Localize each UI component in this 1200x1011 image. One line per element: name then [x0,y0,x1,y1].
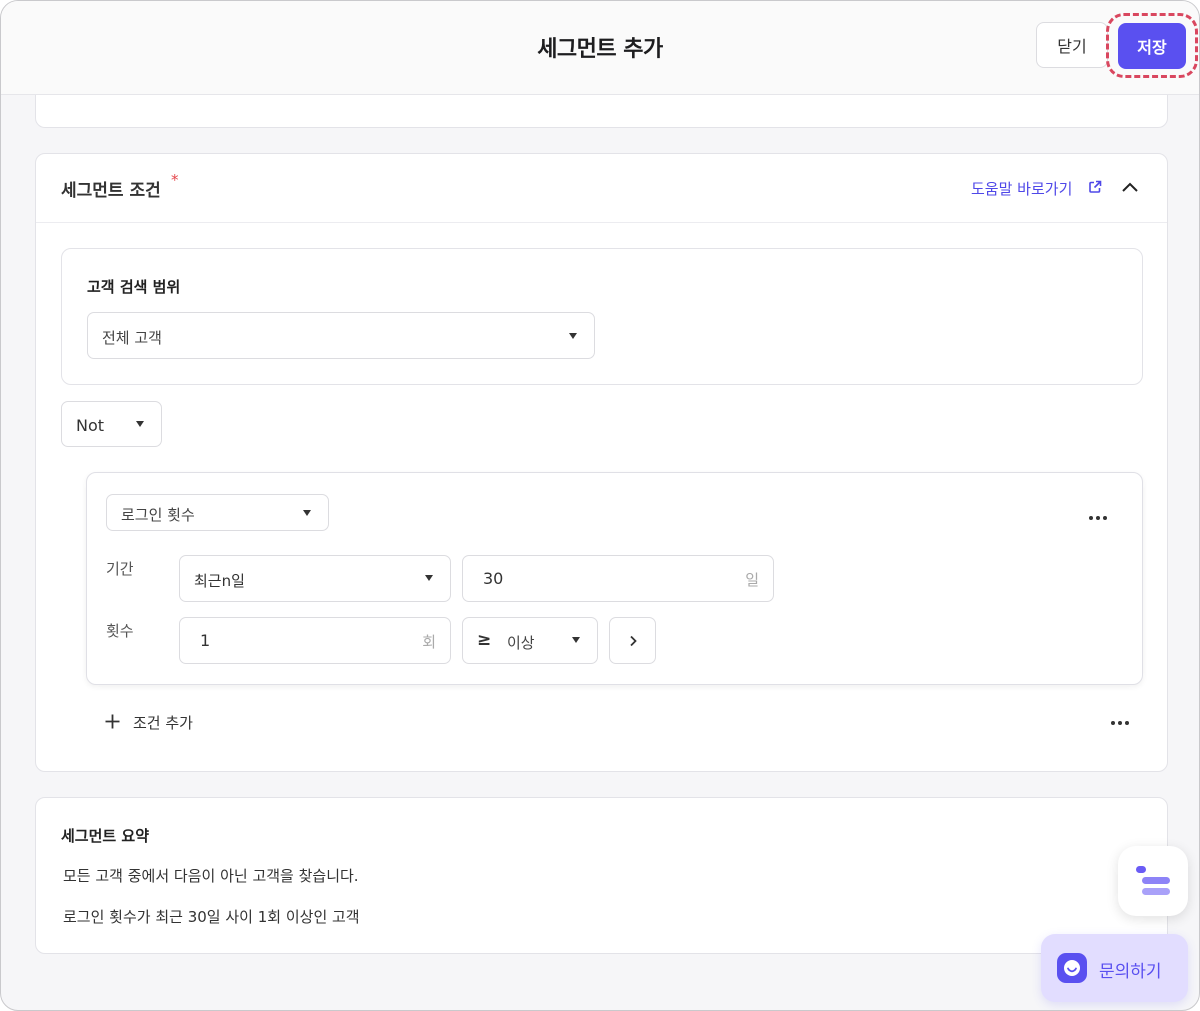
scope-select[interactable]: 전체 고객 [87,312,595,359]
period-type-value: 최근n일 [194,572,245,590]
count-label: 횟수 [106,622,134,640]
comparison-operator-value: 이상 [507,634,535,652]
period-days-input[interactable]: 30 일 [462,555,774,602]
required-mark: * [171,171,179,189]
condition-rule-box: 로그인 횟수 기간 최근n일 30 일 횟수 1 회 ≥ 이상 [86,472,1143,685]
close-button[interactable]: 닫기 [1036,22,1108,68]
greater-equal-icon: ≥ [477,630,492,650]
chevron-up-icon[interactable] [1121,180,1139,194]
comparison-operator-select[interactable]: ≥ 이상 [462,617,598,664]
modal-header: 세그먼트 추가 닫기 저장 [1,1,1199,95]
period-type-select[interactable]: 최근n일 [179,555,451,602]
page-title: 세그먼트 추가 [537,37,663,62]
logic-operator-select[interactable]: Not [61,401,162,447]
summary-title: 세그먼트 요약 [61,827,150,845]
caret-down-icon [425,575,433,581]
modal-frame: 세그먼트 추가 닫기 저장 세그먼트 조건 * 도움말 바로가기 고객 검색 범… [0,0,1200,1011]
customer-scope-box: 고객 검색 범위 전체 고객 [61,248,1143,385]
caret-down-icon [569,333,577,339]
period-label: 기간 [106,560,134,578]
count-unit: 회 [422,633,436,651]
chat-icon [1057,953,1087,983]
plus-icon [105,714,120,729]
condition-title: 세그먼트 조건 [61,181,161,201]
add-condition-label: 조건 추가 [133,714,193,732]
scope-select-value: 전체 고객 [102,329,162,347]
scope-label: 고객 검색 범위 [87,278,181,296]
segment-summary-card: 세그먼트 요약 모든 고객 중에서 다음이 아닌 고객을 찾습니다. 로그인 횟… [35,797,1168,954]
more-options-icon[interactable] [1088,515,1108,521]
period-days-unit: 일 [745,571,759,589]
help-link[interactable]: 도움말 바로가기 [971,178,1072,199]
summary-line: 로그인 횟수가 최근 30일 사이 1회 이상인 고객 [63,908,360,926]
caret-down-icon [136,421,144,427]
inquiry-button[interactable]: 문의하기 [1041,934,1188,1002]
inquiry-label: 문의하기 [1099,962,1162,982]
metric-select[interactable]: 로그인 횟수 [106,494,329,531]
floating-menu-button[interactable] [1118,846,1188,916]
count-value: 1 [200,631,211,650]
caret-down-icon [572,637,580,643]
segment-condition-card: 세그먼트 조건 * 도움말 바로가기 고객 검색 범위 전체 고객 Not 로그… [35,153,1168,772]
logic-operator-value: Not [76,416,105,435]
menu-lines-icon [1136,866,1170,895]
expand-rule-button[interactable] [609,617,656,664]
summary-line: 모든 고객 중에서 다음이 아닌 고객을 찾습니다. [63,867,359,885]
metric-select-value: 로그인 횟수 [121,506,195,524]
chevron-right-icon [630,635,637,647]
caret-down-icon [303,510,311,516]
count-input[interactable]: 1 회 [179,617,451,664]
period-days-value: 30 [483,569,504,588]
save-button[interactable]: 저장 [1118,23,1186,69]
external-link-icon[interactable] [1088,180,1102,194]
more-options-icon[interactable] [1110,720,1130,726]
condition-header: 세그먼트 조건 * 도움말 바로가기 [36,154,1167,223]
